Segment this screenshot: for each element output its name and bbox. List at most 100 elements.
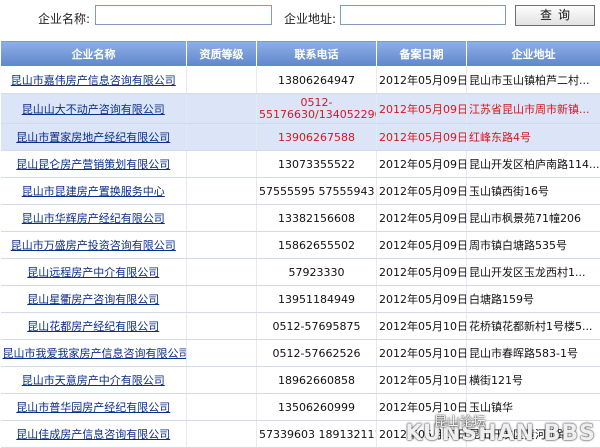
date-cell: 2012年05月09日 (377, 232, 467, 259)
table-row: 昆山市昆建房产置换服务中心 57555595 57555943 2012年05月… (1, 178, 600, 205)
address-cell: 昆山市枫景苑71幢206 (467, 205, 600, 232)
company-name-cell[interactable]: 昆山远程房产中介有限公司 (1, 259, 187, 286)
company-name-cell[interactable]: 昆山昆仑房产营销策划有限公司 (1, 151, 187, 178)
table-row: 昆山远程房产中介有限公司 57923330 2012年05月09日 昆山开发区玉… (1, 259, 600, 286)
kunshan-bbs-watermark: 昆山论坛 KUNSHAN BBS (405, 421, 596, 446)
address-cell: 昆山开发区柏庐南路114... (467, 151, 600, 178)
company-name-cell[interactable]: 昆山市万盛房产投资咨询有限公司 (1, 232, 187, 259)
phone-cell: 18962660858 (257, 367, 377, 394)
table-row: 昆山市华辉房产经纪有限公司 13382156608 2012年05月09日 昆山… (1, 205, 600, 232)
company-name-cell[interactable]: 昆山市嘉伟房产信息咨询有限公司 (1, 67, 187, 94)
address-cell: 红峰东路4号 (467, 124, 600, 151)
phone-cell: 13906267588 (257, 124, 377, 151)
date-cell: 2012年05月09日 (377, 178, 467, 205)
table-row: 昆山市嘉伟房产信息咨询有限公司 13806264947 2012年05月09日 … (1, 67, 600, 94)
company-address-input[interactable] (340, 5, 506, 25)
company-link[interactable]: 昆山市华辉房产经纪有限公司 (22, 212, 165, 225)
company-link[interactable]: 昆山市普华园房产经纪有限公司 (16, 401, 170, 414)
company-link[interactable]: 昆山佳成房产信息咨询有限公司 (16, 428, 170, 441)
company-link[interactable]: 昆山星衢房产咨询有限公司 (27, 293, 159, 306)
table-header-row: 企业名称 资质等级 联系电话 备案日期 企业地址 (1, 41, 600, 67)
header-date: 备案日期 (377, 41, 467, 67)
company-name-cell[interactable]: 昆山市我爱我家房产信息咨询有限公司 (1, 340, 187, 367)
table-row: 昆山市我爱我家房产信息咨询有限公司 0512-57662526 2012年05月… (1, 340, 600, 367)
company-link[interactable]: 昆山山大不动产咨询有限公司 (22, 103, 165, 116)
grade-cell (187, 421, 257, 448)
address-cell: 横街121号 (467, 367, 600, 394)
phone-cell: 13073355522 (257, 151, 377, 178)
company-name-cell[interactable]: 昆山山大不动产咨询有限公司 (1, 94, 187, 124)
date-cell: 2012年05月09日 (377, 124, 467, 151)
date-cell: 2012年05月09日 (377, 94, 467, 124)
company-name-cell[interactable]: 昆山市华辉房产经纪有限公司 (1, 205, 187, 232)
table-row: 昆山昆仑房产营销策划有限公司 13073355522 2012年05月09日 昆… (1, 151, 600, 178)
company-name-cell[interactable]: 昆山市置家房地产经纪有限公司 (1, 124, 187, 151)
grade-cell (187, 259, 257, 286)
company-name-cell[interactable]: 昆山星衢房产咨询有限公司 (1, 286, 187, 313)
address-cell: 花桥镇花都新村1号楼5... (467, 313, 600, 340)
watermark-chinese: 昆山论坛 (434, 411, 486, 430)
company-link[interactable]: 昆山远程房产中介有限公司 (27, 266, 159, 279)
grade-cell (187, 340, 257, 367)
grade-cell (187, 151, 257, 178)
table-row: 昆山花都房产经纪有限公司 0512-57695875 2012年05月10日 花… (1, 313, 600, 340)
grade-cell (187, 232, 257, 259)
company-name-cell[interactable]: 昆山市昆建房产置换服务中心 (1, 178, 187, 205)
date-cell: 2012年05月09日 (377, 151, 467, 178)
table-row: 昆山山大不动产咨询有限公司 0512-55176630/13405229017 … (1, 94, 600, 124)
company-name-cell[interactable]: 昆山市天意房产中介有限公司 (1, 367, 187, 394)
table-row: 昆山市天意房产中介有限公司 18962660858 2012年05月10日 横街… (1, 367, 600, 394)
company-link[interactable]: 昆山市置家房地产经纪有限公司 (16, 131, 170, 144)
date-cell: 2012年05月09日 (377, 259, 467, 286)
grade-cell (187, 124, 257, 151)
grade-cell (187, 367, 257, 394)
phone-cell: 0512-57662526 (257, 340, 377, 367)
company-name-cell[interactable]: 昆山花都房产经纪有限公司 (1, 313, 187, 340)
phone-cell: 13506260999 (257, 394, 377, 421)
date-cell: 2012年05月09日 (377, 67, 467, 94)
table-row: 昆山市万盛房产投资咨询有限公司 15862655502 2012年05月09日 … (1, 232, 600, 259)
company-link[interactable]: 昆山昆仑房产营销策划有限公司 (16, 158, 170, 171)
company-link[interactable]: 昆山市天意房产中介有限公司 (22, 374, 165, 387)
company-name-input[interactable] (95, 5, 272, 25)
address-cell: 白塘路159号 (467, 286, 600, 313)
table-row: 昆山市置家房地产经纪有限公司 13906267588 2012年05月09日 红… (1, 124, 600, 151)
grade-cell (187, 394, 257, 421)
address-cell: 江苏省昆山市周市新镇... (467, 94, 600, 124)
phone-cell: 57555595 57555943 (257, 178, 377, 205)
grade-cell (187, 205, 257, 232)
header-phone: 联系电话 (257, 41, 377, 67)
company-link[interactable]: 昆山市昆建房产置换服务中心 (22, 185, 165, 198)
phone-cell: 57339603 18913211110 (257, 421, 377, 448)
phone-cell: 0512-55176630/13405229017 (257, 94, 377, 124)
header-qualification: 资质等级 (187, 41, 257, 67)
company-name-cell[interactable]: 昆山佳成房产信息咨询有限公司 (1, 421, 187, 448)
phone-cell: 13951184949 (257, 286, 377, 313)
company-link[interactable]: 昆山花都房产经纪有限公司 (27, 320, 159, 333)
grade-cell (187, 313, 257, 340)
address-cell: 昆山开发区玉龙西村1... (467, 259, 600, 286)
company-link[interactable]: 昆山市嘉伟房产信息咨询有限公司 (11, 74, 176, 87)
company-link[interactable]: 昆山市我爱我家房产信息咨询有限公司 (3, 347, 187, 360)
company-name-cell[interactable]: 昆山市普华园房产经纪有限公司 (1, 394, 187, 421)
header-company-name: 企业名称 (1, 41, 187, 67)
date-cell: 2012年05月09日 (377, 286, 467, 313)
phone-cell: 0512-57695875 (257, 313, 377, 340)
company-name-label: 企业名称: (38, 10, 90, 27)
phone-cell: 15862655502 (257, 232, 377, 259)
address-cell: 玉山镇西街16号 (467, 178, 600, 205)
grade-cell (187, 178, 257, 205)
date-cell: 2012年05月10日 (377, 367, 467, 394)
phone-cell: 57923330 (257, 259, 377, 286)
company-address-label: 企业地址: (284, 10, 336, 27)
company-link[interactable]: 昆山市万盛房产投资咨询有限公司 (11, 239, 176, 252)
address-cell: 昆山市春晖路583-1号 (467, 340, 600, 367)
header-address: 企业地址 (467, 41, 600, 67)
grade-cell (187, 286, 257, 313)
company-table: 企业名称 资质等级 联系电话 备案日期 企业地址 昆山市嘉伟房产信息咨询有限公司… (0, 40, 600, 448)
date-cell: 2012年05月10日 (377, 340, 467, 367)
table-row: 昆山市普华园房产经纪有限公司 13506260999 2012年05月10日 玉… (1, 394, 600, 421)
search-button[interactable]: 查询 (515, 5, 595, 26)
table-row: 昆山星衢房产咨询有限公司 13951184949 2012年05月09日 白塘路… (1, 286, 600, 313)
phone-cell: 13806264947 (257, 67, 377, 94)
